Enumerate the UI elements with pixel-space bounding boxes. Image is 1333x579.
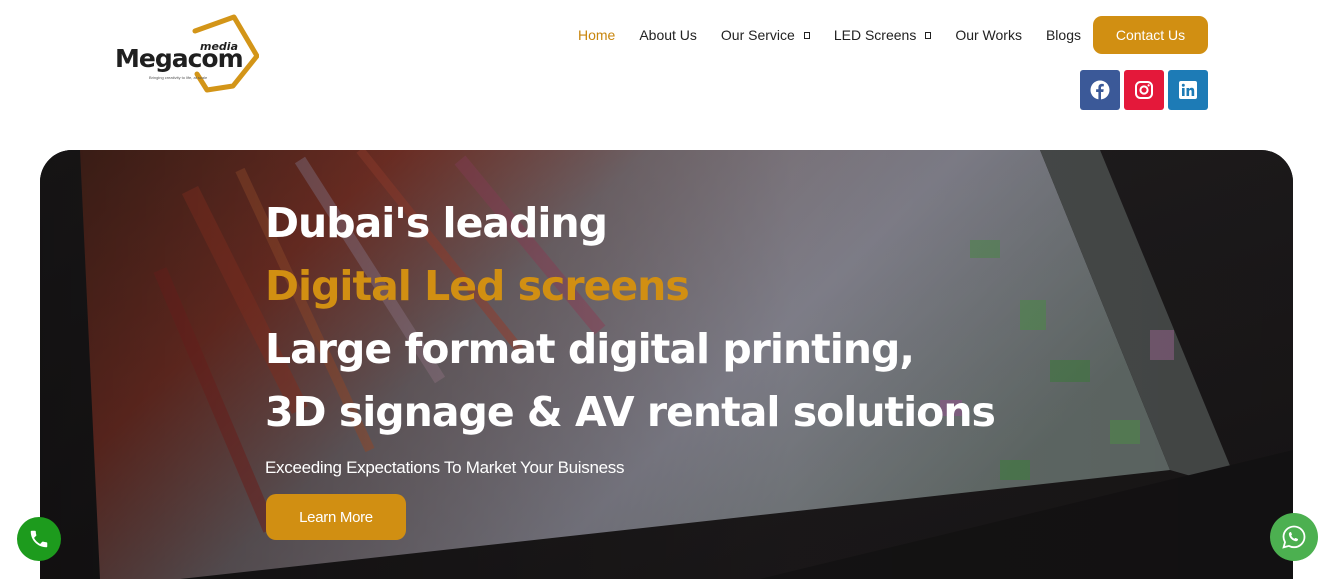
phone-icon	[30, 530, 48, 548]
nav-about[interactable]: About Us	[639, 27, 697, 43]
logo-media-text: media	[200, 40, 238, 53]
whatsapp-button[interactable]	[1270, 513, 1318, 561]
main-nav: Home About Us Our Service LED Screens Ou…	[554, 16, 1208, 54]
linkedin-icon	[1179, 81, 1197, 99]
hero-heading-line-3: Large format digital printing,	[265, 325, 915, 373]
nav-our-works[interactable]: Our Works	[955, 27, 1022, 43]
hero-content: Dubai's leading Digital Led screens Larg…	[265, 192, 996, 478]
nav-home[interactable]: Home	[578, 27, 615, 43]
site-logo[interactable]: Megacom media Bringing creativity to lif…	[113, 14, 259, 94]
hero-section: Dubai's leading Digital Led screens Larg…	[40, 150, 1293, 579]
dropdown-caret-icon	[803, 31, 810, 39]
hero-heading-line-1: Dubai's leading	[265, 199, 608, 247]
learn-more-button[interactable]: Learn More	[266, 494, 406, 540]
facebook-icon	[1090, 80, 1110, 100]
social-links	[1080, 70, 1208, 110]
hero-heading-accent: Digital Led screens	[265, 262, 690, 310]
instagram-link[interactable]	[1124, 70, 1164, 110]
nav-blogs-label: Blogs	[1045, 27, 1081, 43]
nav-blogs[interactable]: Blogs	[1046, 27, 1081, 43]
linkedin-link[interactable]	[1168, 70, 1208, 110]
nav-our-service[interactable]: Our Service	[721, 27, 810, 43]
nav-led-screens-label: LED Screens	[833, 27, 917, 43]
nav-our-service-label: Our Service	[720, 27, 795, 43]
dropdown-caret-icon	[925, 31, 932, 39]
nav-home-label: Home	[577, 27, 616, 43]
instagram-icon	[1135, 81, 1153, 99]
contact-us-button[interactable]: Contact Us	[1093, 16, 1208, 54]
facebook-link[interactable]	[1080, 70, 1120, 110]
hero-heading-line-4: 3D signage & AV rental solutions	[265, 388, 996, 436]
nav-our-works-label: Our Works	[955, 27, 1022, 43]
whatsapp-icon	[1282, 525, 1306, 549]
hero-subtitle: Exceeding Expectations To Market Your Bu…	[265, 458, 625, 477]
logo-tagline: Bringing creativity to life, at scale	[149, 75, 208, 80]
nav-led-screens[interactable]: LED Screens	[833, 27, 932, 43]
nav-about-label: About Us	[639, 27, 697, 43]
call-button[interactable]	[17, 517, 61, 561]
